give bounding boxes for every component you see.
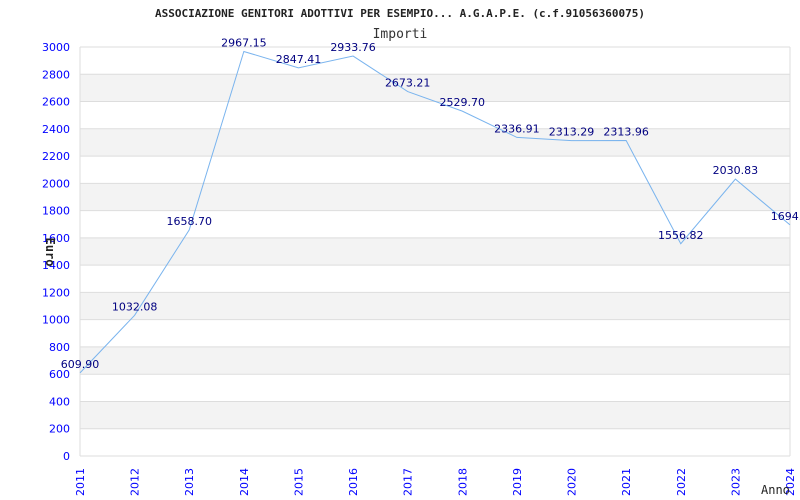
x-tick-label: 2019 bbox=[511, 468, 524, 496]
x-tick-label: 2014 bbox=[238, 468, 251, 496]
data-label: 1694.9 bbox=[771, 210, 800, 223]
y-tick-label: 0 bbox=[63, 450, 70, 463]
data-label: 2030.83 bbox=[713, 164, 759, 177]
data-label: 1556.82 bbox=[658, 229, 704, 242]
y-tick-label: 2200 bbox=[42, 150, 70, 163]
y-tick-label: 2800 bbox=[42, 68, 70, 81]
data-label: 2313.29 bbox=[549, 126, 595, 139]
grid-band bbox=[80, 128, 790, 157]
data-label: 609.90 bbox=[61, 358, 100, 371]
grid-band bbox=[80, 183, 790, 211]
data-label: 2933.76 bbox=[330, 41, 376, 54]
x-tick-label: 2015 bbox=[292, 468, 305, 496]
y-tick-label: 2600 bbox=[42, 96, 70, 109]
data-label: 1032.08 bbox=[112, 300, 158, 313]
chart-subtitle: Importi bbox=[373, 27, 428, 42]
y-tick-label: 1200 bbox=[42, 286, 70, 299]
line-chart: ASSOCIAZIONE GENITORI ADOTTIVI PER ESEMP… bbox=[42, 7, 800, 497]
data-label: 2336.91 bbox=[494, 122, 540, 135]
x-tick-label: 2020 bbox=[566, 468, 579, 496]
x-tick-label: 2016 bbox=[347, 468, 360, 496]
grid-band bbox=[80, 237, 790, 266]
grid-band bbox=[80, 401, 790, 429]
y-tick-label: 2400 bbox=[42, 123, 70, 136]
grid-band bbox=[80, 292, 790, 320]
y-tick-label: 200 bbox=[49, 423, 70, 436]
data-label: 1658.70 bbox=[166, 215, 212, 228]
data-label: 2313.96 bbox=[603, 126, 649, 139]
grid-band bbox=[80, 74, 790, 102]
y-tick-label: 1800 bbox=[42, 205, 70, 218]
data-label: 2673.21 bbox=[385, 77, 431, 90]
y-tick-label: 2000 bbox=[42, 177, 70, 190]
x-tick-label: 2012 bbox=[129, 468, 142, 496]
x-tick-label: 2022 bbox=[675, 468, 688, 496]
grid-band bbox=[80, 346, 790, 375]
y-tick-label: 400 bbox=[49, 395, 70, 408]
x-tick-label: 2017 bbox=[402, 468, 415, 496]
y-tick-label: 3000 bbox=[42, 41, 70, 54]
x-tick-label: 2018 bbox=[456, 468, 469, 496]
data-label: 2529.70 bbox=[440, 96, 486, 109]
x-tick-label: 2021 bbox=[620, 468, 633, 496]
chart-title: ASSOCIAZIONE GENITORI ADOTTIVI PER ESEMP… bbox=[155, 7, 645, 20]
y-tick-label: 800 bbox=[49, 341, 70, 354]
data-label: 2967.15 bbox=[221, 36, 267, 49]
x-tick-label: 2011 bbox=[74, 468, 87, 496]
x-axis-label: Anno bbox=[761, 483, 790, 497]
data-label: 2847.41 bbox=[276, 53, 322, 66]
x-tick-label: 2023 bbox=[729, 468, 742, 496]
y-axis-label: Euro bbox=[43, 238, 57, 267]
y-tick-label: 1000 bbox=[42, 314, 70, 327]
x-tick-label: 2013 bbox=[183, 468, 196, 496]
